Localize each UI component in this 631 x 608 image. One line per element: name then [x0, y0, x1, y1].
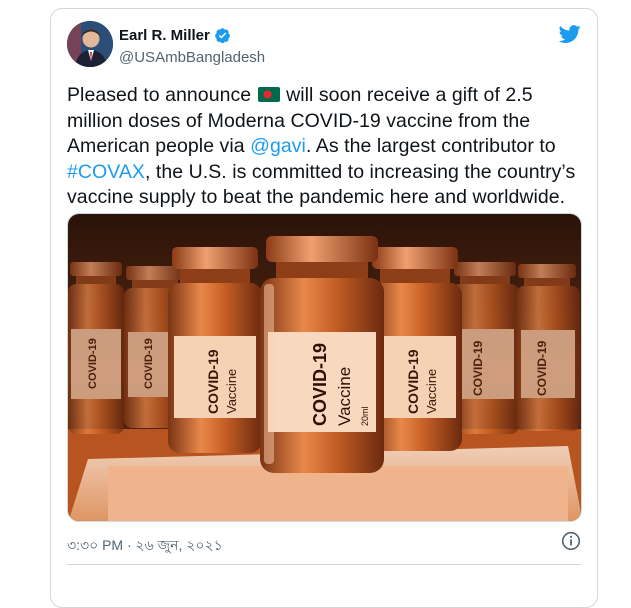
author-name-row[interactable]: Earl R. Miller — [119, 27, 231, 44]
svg-text:COVID-19: COVID-19 — [471, 340, 485, 396]
vial-label-sub: Vaccine — [335, 367, 354, 426]
vial-label-main: COVID-19 — [310, 343, 330, 426]
divider — [67, 564, 581, 565]
tweet-text: Pleased to announce will soon receive a … — [67, 83, 592, 211]
tweet-text-part: Pleased to announce — [67, 84, 257, 106]
tweet-card: Earl R. Miller @USAmbBangladesh Pleased … — [50, 8, 598, 608]
svg-text:COVID-19: COVID-19 — [143, 338, 155, 389]
hashtag-link[interactable]: #COVAX — [67, 161, 145, 183]
tweet-photo[interactable]: COVID-19 COVID-19 COVID-19 COVID-19 COVI… — [67, 213, 582, 522]
svg-text:COVID-19: COVID-19 — [405, 349, 421, 414]
verified-badge-icon — [215, 28, 230, 44]
svg-text:COVID-19: COVID-19 — [87, 338, 99, 389]
tweet-timestamp[interactable]: ৩:৩০ PM · ২৬ জুন, ২০২১ — [67, 534, 223, 558]
avatar[interactable] — [67, 21, 113, 67]
svg-text:COVID-19: COVID-19 — [535, 340, 549, 396]
svg-text:Vaccine: Vaccine — [224, 369, 239, 414]
bangladesh-flag-icon — [257, 87, 280, 102]
twitter-bird-icon[interactable] — [558, 23, 582, 45]
author-name[interactable]: Earl R. Miller — [119, 27, 210, 44]
author-handle[interactable]: @USAmbBangladesh — [119, 49, 265, 66]
vial-label: COVID-19 — [205, 349, 221, 414]
mention-link[interactable]: @gavi — [250, 135, 306, 157]
info-icon[interactable] — [561, 531, 581, 551]
svg-text:Vaccine: Vaccine — [424, 369, 439, 414]
tweet-text-part: . As the largest contributor to — [305, 135, 556, 157]
vial-label-size: 20ml — [360, 406, 370, 426]
